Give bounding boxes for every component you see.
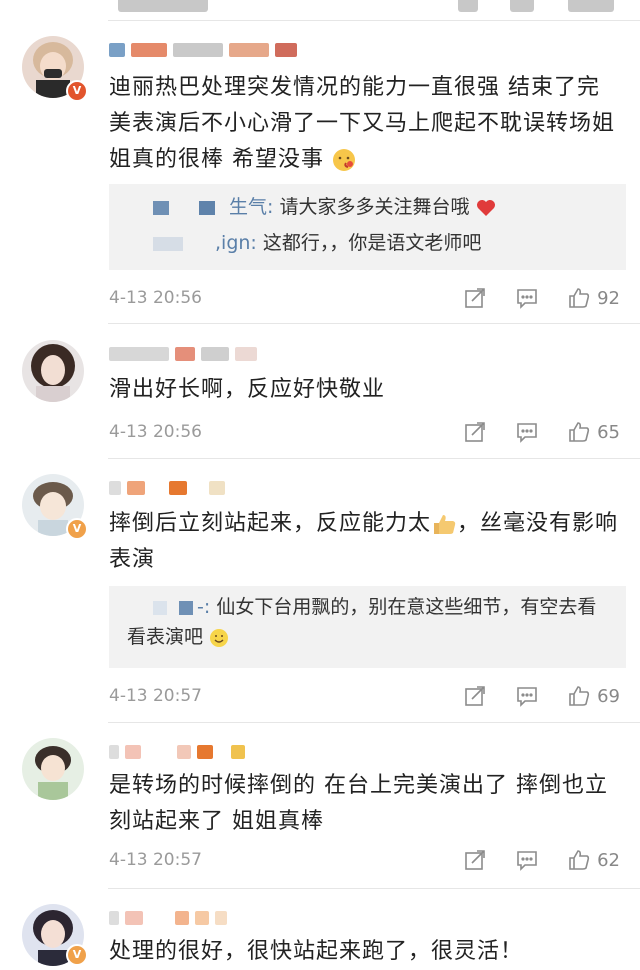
like-count: 62 [597, 849, 620, 871]
like-count: 65 [597, 421, 620, 443]
comment-icon[interactable] [515, 420, 539, 444]
comment-text: 是转场的时候摔倒的 在台上完美演出了 摔倒也立刻站起来了 姐姐真棒 [109, 773, 608, 834]
comment-actions: 62 [435, 848, 620, 872]
like-button[interactable]: 69 [567, 684, 620, 708]
reply-username[interactable]: -: [197, 596, 210, 618]
username-blurred[interactable] [109, 42, 297, 58]
reply-text: 这都行，，你是语文老师吧 [262, 232, 482, 254]
avatar[interactable] [22, 340, 84, 402]
like-button[interactable]: 65 [567, 420, 620, 444]
reply-avatar-blurred [153, 600, 167, 615]
heart-icon [476, 199, 496, 217]
comment-text-content: 迪丽热巴处理突发情况的能力一直很强 结束了完美表演后不小心滑了一下又马上爬起不耽… [109, 75, 616, 172]
share-icon[interactable] [463, 684, 487, 708]
comment-actions: 92 [435, 286, 620, 310]
comment-icon[interactable] [515, 848, 539, 872]
comment-text: 摔倒后立刻站起来，反应能力太 ，丝毫没有影响表演 [109, 506, 620, 578]
comment-timestamp: 4-13 20:57 [109, 850, 202, 870]
username-blurred[interactable] [109, 910, 227, 926]
reply-item[interactable]: 生气: 请大家多多关注舞台哦 [153, 192, 496, 222]
like-count: 69 [597, 685, 620, 707]
share-icon[interactable] [463, 286, 487, 310]
divider [108, 458, 640, 459]
divider [108, 20, 640, 21]
kiss-emoji-icon [332, 148, 356, 172]
reply-item[interactable]: ,ign: 这都行，，你是语文老师吧 [153, 228, 481, 258]
like-button[interactable]: 92 [567, 286, 620, 310]
reply-item[interactable]: -: 仙女下台用飘的，别在意这些细节，有空去看看表演吧 [127, 592, 612, 652]
comment-text: 迪丽热巴处理突发情况的能力一直很强 结束了完美表演后不小心滑了一下又马上爬起不耽… [109, 70, 620, 178]
reply-box[interactable]: -: 仙女下台用飘的，别在意这些细节，有空去看看表演吧 [109, 586, 626, 668]
comment-timestamp: 4-13 20:56 [109, 288, 202, 308]
reply-avatar-blurred [199, 200, 215, 215]
comment-icon[interactable] [515, 286, 539, 310]
reply-avatar-blurred [179, 600, 193, 615]
divider [108, 722, 640, 723]
username-blurred[interactable] [109, 346, 257, 362]
smile-emoji-icon [209, 628, 229, 648]
share-icon[interactable] [463, 848, 487, 872]
divider [108, 888, 640, 889]
comment-actions: 69 [435, 684, 620, 708]
like-button[interactable]: 62 [567, 848, 620, 872]
previous-comment-remnant [0, 0, 640, 18]
comment-text: 滑出好长啊，反应好快敬业 [109, 377, 386, 402]
thumbs-up-emoji-icon [431, 512, 457, 536]
username-blurred[interactable] [109, 744, 245, 760]
reply-text: 请大家多多关注舞台哦 [279, 196, 470, 218]
comment-timestamp: 4-13 20:57 [109, 686, 202, 706]
comment-timestamp: 4-13 20:56 [109, 422, 202, 442]
comment-actions: 65 [435, 420, 620, 444]
like-icon [567, 420, 591, 444]
verified-badge-icon: V [66, 518, 88, 540]
like-icon [567, 684, 591, 708]
comment-icon[interactable] [515, 684, 539, 708]
reply-username[interactable]: ,ign: [215, 232, 257, 254]
avatar[interactable] [22, 738, 84, 800]
verified-badge-icon: V [66, 944, 88, 966]
like-count: 92 [597, 287, 620, 309]
comment-text-content: 摔倒后立刻站起来，反应能力太 [109, 511, 432, 536]
reply-username[interactable]: 生气: [229, 196, 273, 218]
username-blurred[interactable] [109, 480, 225, 496]
like-icon [567, 286, 591, 310]
verified-badge-icon: V [66, 80, 88, 102]
reply-avatar-blurred [153, 236, 183, 251]
divider [108, 323, 640, 324]
share-icon[interactable] [463, 420, 487, 444]
like-icon [567, 848, 591, 872]
comment-text: 处理的很好，很快站起来跑了，很灵活！ [109, 939, 524, 964]
reply-avatar-blurred [153, 200, 169, 215]
reply-box[interactable]: 生气: 请大家多多关注舞台哦 ,ign: 这都行，，你是语文老师吧 [109, 184, 626, 270]
